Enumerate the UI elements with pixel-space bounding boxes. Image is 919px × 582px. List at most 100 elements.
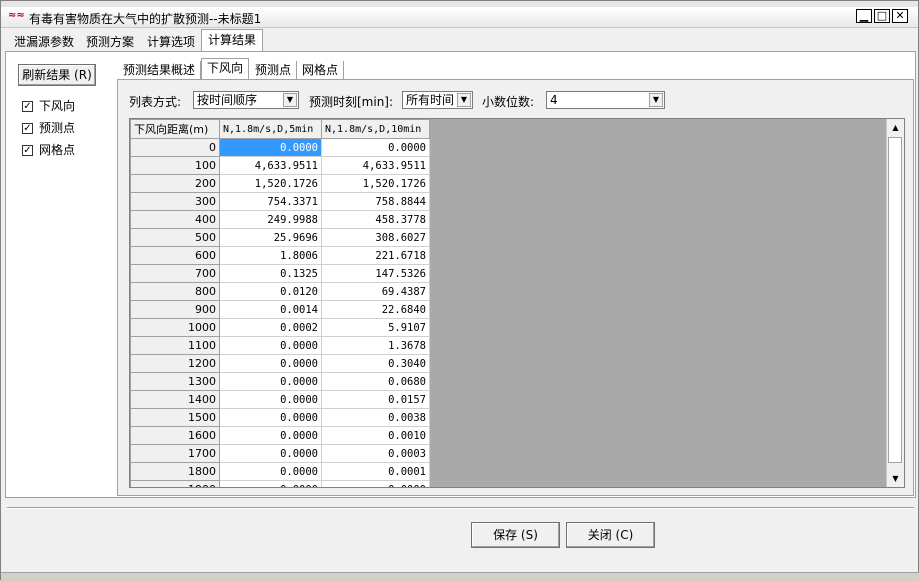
row-header-distance[interactable]: 700 (130, 264, 220, 283)
table-cell[interactable]: 308.6027 (321, 228, 430, 247)
subtab-downwind[interactable]: 下风向 (201, 58, 250, 79)
checkbox-grid-points[interactable]: ✓ 网格点 (22, 141, 75, 157)
table-cell[interactable]: 1.8006 (219, 246, 322, 265)
subtab-grid-points[interactable]: 网格点 (297, 61, 345, 79)
table-row[interactable]: 0 0.0000 0.0000 (130, 138, 430, 157)
forecast-time-select[interactable]: 所有时间 ▼ (402, 91, 473, 109)
table-cell[interactable]: 4,633.9511 (321, 156, 430, 175)
scroll-up-icon[interactable]: ▲ (887, 119, 904, 136)
table-cell[interactable]: 0.0000 (219, 408, 322, 427)
table-cell[interactable]: 221.6718 (321, 246, 430, 265)
table-row[interactable]: 1800 0.0000 0.0001 (130, 462, 430, 481)
row-header-distance[interactable]: 300 (130, 192, 220, 211)
tab-leak-source[interactable]: 泄漏源参数 (7, 31, 82, 51)
row-header-distance[interactable]: 500 (130, 228, 220, 247)
vertical-scrollbar[interactable]: ▲ ▼ (886, 119, 904, 487)
table-cell[interactable]: 0.0014 (219, 300, 322, 319)
table-row[interactable]: 1400 0.0000 0.0157 (130, 390, 430, 409)
table-row[interactable]: 1500 0.0000 0.0038 (130, 408, 430, 427)
table-cell[interactable]: 0.0000 (219, 354, 322, 373)
table-row[interactable]: 900 0.0014 22.6840 (130, 300, 430, 319)
table-cell[interactable]: 5.9107 (321, 318, 430, 337)
table-cell[interactable]: 0.0000 (321, 138, 430, 157)
save-button[interactable]: 保存 (S) (471, 522, 560, 548)
close-button[interactable]: 关闭 (C) (566, 522, 655, 548)
close-window-button[interactable]: ✕ (892, 9, 908, 23)
table-cell[interactable]: 0.0000 (219, 462, 322, 481)
column-header-series-5min[interactable]: N,1.8m/s,D,5min (219, 119, 322, 139)
row-header-distance[interactable]: 1300 (130, 372, 220, 391)
table-row[interactable]: 600 1.8006 221.6718 (130, 246, 430, 265)
table-cell[interactable]: 22.6840 (321, 300, 430, 319)
table-cell[interactable]: 0.0001 (321, 462, 430, 481)
table-row[interactable]: 400 249.9988 458.3778 (130, 210, 430, 229)
row-header-distance[interactable]: 0 (130, 138, 220, 157)
table-cell[interactable]: 0.0000 (219, 480, 322, 487)
table-cell[interactable]: 0.0000 (219, 390, 322, 409)
table-cell[interactable]: 0.0000 (219, 138, 322, 157)
checkbox-downwind[interactable]: ✓ 下风向 (22, 97, 75, 113)
table-row[interactable]: 500 25.9696 308.6027 (130, 228, 430, 247)
row-header-distance[interactable]: 1700 (130, 444, 220, 463)
table-row[interactable]: 1100 0.0000 1.3678 (130, 336, 430, 355)
table-cell[interactable]: 1.3678 (321, 336, 430, 355)
minimize-button[interactable]: ▁ (856, 9, 872, 23)
table-cell[interactable]: 69.4387 (321, 282, 430, 301)
row-header-distance[interactable]: 900 (130, 300, 220, 319)
list-mode-select[interactable]: 按时间顺序 ▼ (193, 91, 299, 109)
column-header-distance[interactable]: 下风向距离(m) (130, 119, 220, 139)
tab-forecast-plan[interactable]: 预测方案 (79, 31, 142, 51)
table-cell[interactable]: 0.0000 (219, 372, 322, 391)
table-cell[interactable]: 458.3778 (321, 210, 430, 229)
table-cell[interactable]: 0.0010 (321, 426, 430, 445)
row-header-distance[interactable]: 200 (130, 174, 220, 193)
table-row[interactable]: 800 0.0120 69.4387 (130, 282, 430, 301)
maximize-button[interactable]: □ (874, 9, 890, 23)
column-header-series-10min[interactable]: N,1.8m/s,D,10min (321, 119, 430, 139)
table-cell[interactable]: 0.0120 (219, 282, 322, 301)
table-cell[interactable]: 0.0000 (219, 426, 322, 445)
title-bar[interactable]: ≈≈ 有毒有害物质在大气中的扩散预测--未标题1 ▁ □ ✕ (1, 7, 918, 28)
table-row[interactable]: 1000 0.0002 5.9107 (130, 318, 430, 337)
table-cell[interactable]: 0.0157 (321, 390, 430, 409)
row-header-distance[interactable]: 800 (130, 282, 220, 301)
table-cell[interactable]: 249.9988 (219, 210, 322, 229)
tab-calc-results[interactable]: 计算结果 (201, 29, 264, 51)
table-cell[interactable]: 754.3371 (219, 192, 322, 211)
table-row[interactable]: 1300 0.0000 0.0680 (130, 372, 430, 391)
row-header-distance[interactable]: 600 (130, 246, 220, 265)
table-cell[interactable]: 0.0000 (321, 480, 430, 487)
table-row[interactable]: 200 1,520.1726 1,520.1726 (130, 174, 430, 193)
table-row[interactable]: 300 754.3371 758.8844 (130, 192, 430, 211)
row-header-distance[interactable]: 1500 (130, 408, 220, 427)
table-cell[interactable]: 4,633.9511 (219, 156, 322, 175)
row-header-distance[interactable]: 1600 (130, 426, 220, 445)
results-grid[interactable]: 下风向距离(m) N,1.8m/s,D,5min N,1.8m/s,D,10mi… (129, 118, 905, 488)
scroll-thumb[interactable] (888, 137, 902, 463)
table-cell[interactable]: 0.0000 (219, 444, 322, 463)
row-header-distance[interactable]: 400 (130, 210, 220, 229)
row-header-distance[interactable]: 100 (130, 156, 220, 175)
tab-calc-options[interactable]: 计算选项 (140, 31, 203, 51)
table-row[interactable]: 1700 0.0000 0.0003 (130, 444, 430, 463)
decimals-select[interactable]: 4 ▼ (546, 91, 665, 109)
table-cell[interactable]: 0.0000 (219, 336, 322, 355)
table-cell[interactable]: 25.9696 (219, 228, 322, 247)
table-cell[interactable]: 147.5326 (321, 264, 430, 283)
table-row[interactable]: 1200 0.0000 0.3040 (130, 354, 430, 373)
chevron-down-icon[interactable]: ▼ (649, 93, 663, 107)
table-cell[interactable]: 0.1325 (219, 264, 322, 283)
table-cell[interactable]: 1,520.1726 (219, 174, 322, 193)
table-cell[interactable]: 0.0003 (321, 444, 430, 463)
checkbox-forecast-points[interactable]: ✓ 预测点 (22, 119, 75, 135)
refresh-results-button[interactable]: 刷新结果 (R) (18, 64, 96, 86)
row-header-distance[interactable]: 1800 (130, 462, 220, 481)
row-header-distance[interactable]: 1000 (130, 318, 220, 337)
table-cell[interactable]: 0.0038 (321, 408, 430, 427)
table-cell[interactable]: 0.3040 (321, 354, 430, 373)
table-row[interactable]: 100 4,633.9511 4,633.9511 (130, 156, 430, 175)
table-row[interactable]: 19000.00000.0000 (130, 480, 430, 487)
chevron-down-icon[interactable]: ▼ (283, 93, 297, 107)
row-header-distance[interactable]: 1100 (130, 336, 220, 355)
table-cell[interactable]: 1,520.1726 (321, 174, 430, 193)
